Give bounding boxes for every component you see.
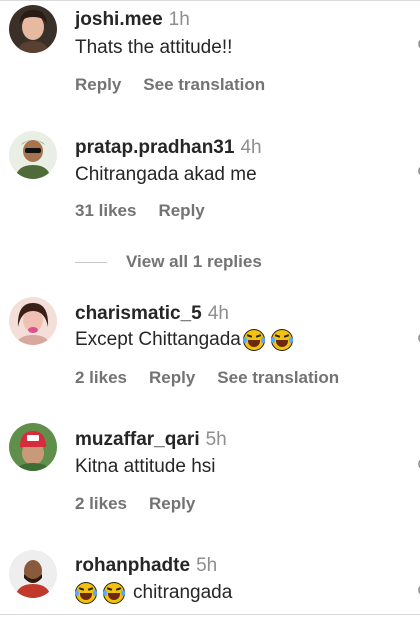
joy-emoji-icon <box>103 582 125 604</box>
username-link[interactable]: joshi.mee <box>75 9 163 30</box>
see-translation-button[interactable]: See translation <box>217 368 339 387</box>
comment-text-content: chitrangada <box>133 582 233 603</box>
joy-emoji-icon <box>270 329 293 351</box>
joy-emoji-icon <box>75 582 97 604</box>
comment-actions: 2 likes Reply <box>75 494 217 514</box>
comment-text-content: Except Chittangada <box>75 329 241 350</box>
heart-icon[interactable] <box>414 165 420 177</box>
heart-icon[interactable] <box>414 458 420 470</box>
divider <box>75 261 107 263</box>
reply-button[interactable]: Reply <box>158 201 204 220</box>
avatar[interactable] <box>9 5 57 53</box>
reply-button[interactable]: Reply <box>75 75 121 94</box>
comment-header: rohanphadte 5h <box>75 555 217 577</box>
comment-header: pratap.pradhan31 4h <box>75 137 262 159</box>
avatar[interactable] <box>9 423 57 471</box>
divider <box>0 0 420 1</box>
username-link[interactable]: pratap.pradhan31 <box>75 137 234 158</box>
username-link[interactable]: charismatic_5 <box>75 303 202 324</box>
likes-count[interactable]: 2 likes <box>75 368 127 387</box>
timestamp: 4h <box>207 303 229 324</box>
avatar[interactable] <box>9 550 57 598</box>
reply-button[interactable]: Reply <box>149 368 195 387</box>
timestamp: 5h <box>205 429 227 450</box>
comment-text: chitrangada <box>75 582 232 604</box>
comment-header: joshi.mee 1h <box>75 9 190 31</box>
see-translation-button[interactable]: See translation <box>143 75 265 94</box>
heart-icon[interactable] <box>414 38 420 50</box>
heart-icon[interactable] <box>414 332 420 344</box>
avatar[interactable] <box>9 297 57 345</box>
comment-actions: 2 likes Reply See translation <box>75 368 361 388</box>
username-link[interactable]: rohanphadte <box>75 555 190 576</box>
username-link[interactable]: muzaffar_qari <box>75 429 200 450</box>
heart-icon[interactable] <box>414 584 420 596</box>
joy-emoji-icon <box>242 329 265 351</box>
comment-header: muzaffar_qari 5h <box>75 429 227 451</box>
avatar[interactable] <box>9 131 57 179</box>
comment-text: Chitrangada akad me <box>75 164 257 185</box>
divider <box>0 614 420 615</box>
comment-actions: 31 likes Reply <box>75 201 227 221</box>
comment-text: Except Chittangada <box>75 329 293 351</box>
timestamp: 5h <box>196 555 218 576</box>
comment-actions: Reply See translation <box>75 75 287 95</box>
likes-count[interactable]: 31 likes <box>75 201 136 220</box>
view-replies-label: View all 1 replies <box>126 252 262 271</box>
timestamp: 4h <box>240 137 262 158</box>
view-replies-button[interactable]: View all 1 replies <box>75 250 395 274</box>
comment-text: Thats the attitude!! <box>75 37 233 58</box>
comment-text: Kitna attitude hsi <box>75 456 216 477</box>
timestamp: 1h <box>168 9 190 30</box>
reply-button[interactable]: Reply <box>149 494 195 513</box>
comment-header: charismatic_5 4h <box>75 303 229 325</box>
likes-count[interactable]: 2 likes <box>75 494 127 513</box>
